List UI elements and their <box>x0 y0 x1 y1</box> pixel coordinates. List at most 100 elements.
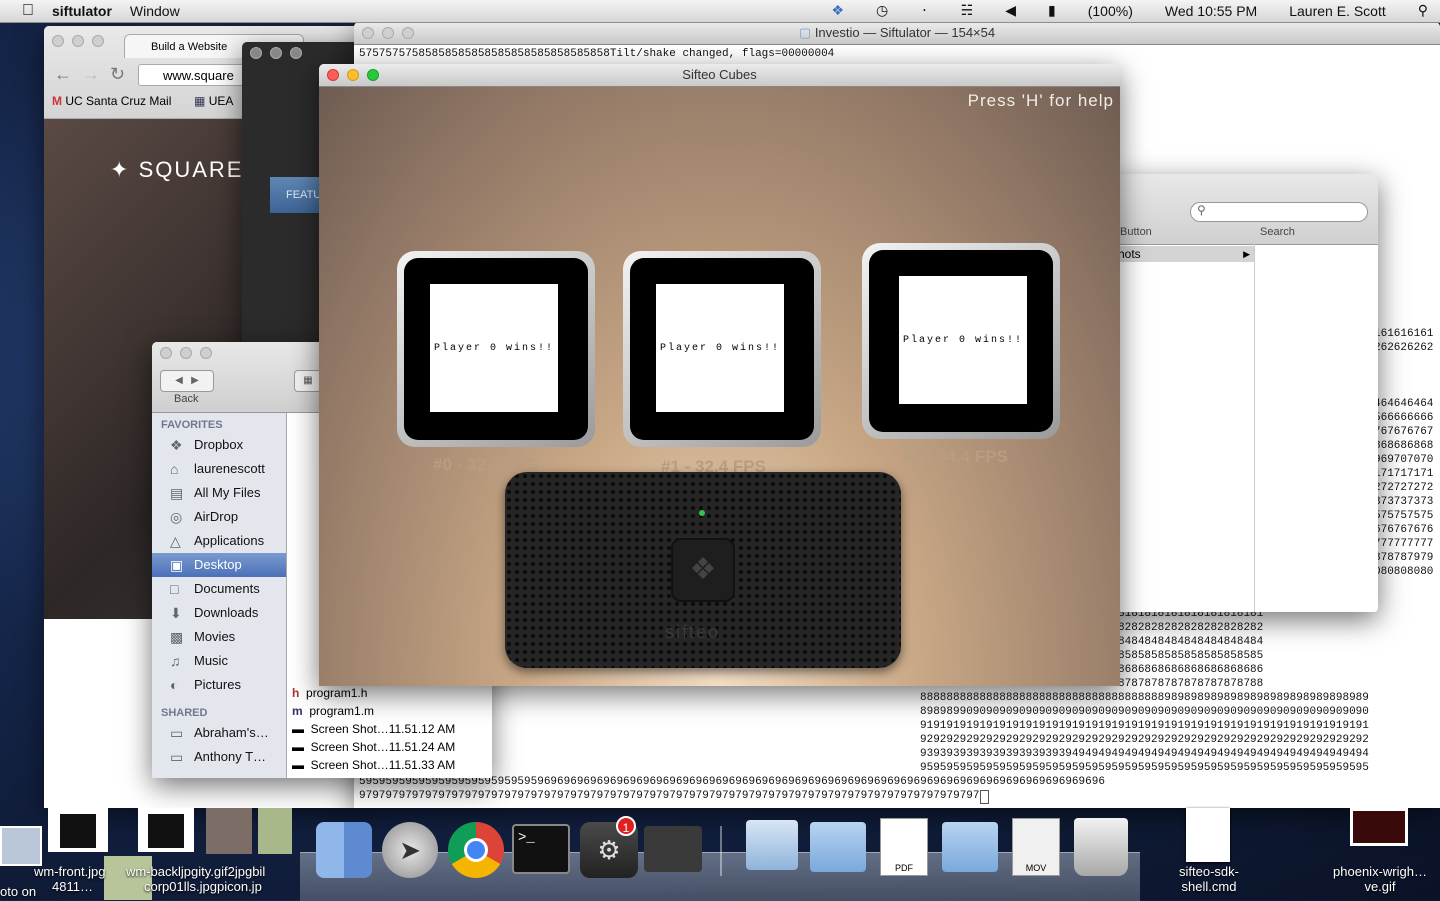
view-mode-icon[interactable]: ▦ <box>294 370 322 392</box>
sifteo-cube-1[interactable]: Player 0 wins!! <box>623 251 821 447</box>
search-field[interactable]: ⚲ <box>1190 202 1368 222</box>
sidebar-item-label: Documents <box>194 581 260 596</box>
terminal-right-column: 161616161 262626262 464646464 566666666 … <box>1374 328 1440 580</box>
desktop-file-sifteo-sdk[interactable] <box>1186 808 1230 862</box>
image-file-icon: ▬ <box>292 740 304 754</box>
sidebar-item-downloads[interactable]: ⬇ Downloads <box>152 601 286 625</box>
header-file-icon: h <box>292 686 300 700</box>
zoom-button[interactable] <box>367 69 379 81</box>
file-row[interactable]: ▬ Screen Shot…11.51.33 AM <box>292 756 492 774</box>
desktop-icon-tshirt-2[interactable] <box>138 808 194 852</box>
terminal-line: 5959595959595959595959595959696969696969… <box>359 776 1105 788</box>
sidebar-item-home[interactable]: ⌂ laurenescott <box>152 457 286 481</box>
apple-menu-icon[interactable]:  <box>22 2 34 20</box>
sidebar-item-documents[interactable]: □ Documents <box>152 577 286 601</box>
list-item-label: hots <box>1118 247 1141 261</box>
pdf-dock-icon[interactable]: PDF <box>880 818 928 876</box>
file-row[interactable]: ▬ Screen Shot…11.51.12 AM <box>292 720 492 738</box>
reload-icon[interactable]: ↻ <box>110 64 125 85</box>
desktop-file-phoenix-gif[interactable] <box>1350 808 1408 846</box>
sidebar-item-all-my-files[interactable]: ▤ All My Files <box>152 481 286 505</box>
quicktime-dock-icon[interactable]: MOV <box>1012 818 1060 876</box>
bluetooth-icon[interactable]: ᛫ <box>920 3 928 19</box>
sifteo-cube-2[interactable]: Player 0 wins!! <box>862 243 1060 439</box>
cube-screen: Player 0 wins!! <box>430 284 558 412</box>
menubar-clock[interactable]: Wed 10:55 PM <box>1165 3 1257 19</box>
mov-label: MOV <box>1025 863 1047 873</box>
terminal-top-line: 57575757585858585858585858585858585858Ti… <box>359 48 835 60</box>
user-menu[interactable]: Lauren E. Scott <box>1289 3 1386 19</box>
menu-bar:  siftulator Window ❖ ◷ ᛫ ☵ ◀ ▮ (100%) W… <box>0 0 1440 23</box>
desktop-icon-mosaic[interactable] <box>258 808 292 854</box>
sidebar-item-shared-2[interactable]: ▭ Anthony T… <box>152 745 286 769</box>
launchpad-dock-icon[interactable]: ➤ <box>382 822 438 878</box>
sifteo-logo-button[interactable]: ❖ <box>671 538 735 602</box>
trash-dock-icon[interactable] <box>1074 818 1128 876</box>
folder-dock-icon[interactable] <box>810 822 866 872</box>
chrome-dock-icon[interactable] <box>448 822 504 878</box>
minimize-button[interactable] <box>347 69 359 81</box>
sidebar-item-desktop[interactable]: ▣ Desktop <box>152 553 286 577</box>
battery-icon[interactable]: ▮ <box>1048 2 1056 19</box>
cube-message: Player 0 wins!! <box>902 334 1023 346</box>
sidebar-item-movies[interactable]: ▩ Movies <box>152 625 286 649</box>
finder-file-list: h program1.h m program1.m ▬ Screen Shot…… <box>292 684 492 774</box>
terminal-line: 9292929292929292929292929292929292929292… <box>920 734 1369 746</box>
terminal-cursor <box>979 790 989 804</box>
sidebar-item-airdrop[interactable]: ◎ AirDrop <box>152 505 286 529</box>
squarespace-logo-icon: ✦ <box>110 157 131 182</box>
desktop-file-label: 4811… <box>52 879 93 894</box>
forward-arrow-icon[interactable]: → <box>82 64 100 85</box>
back-label: Back <box>174 393 199 405</box>
base-brand: sifteo <box>665 622 721 642</box>
exec-dock-icon[interactable] <box>644 826 702 872</box>
terminal-cursor-line[interactable]: 9797979797979797979797979797979797979797… <box>359 790 1439 804</box>
sidebar-item-dropbox[interactable]: ❖ Dropbox <box>152 433 286 457</box>
file-row[interactable]: ▬ Screen Shot…11.51.24 AM <box>292 738 492 756</box>
scanner-dock-icon[interactable] <box>746 820 798 870</box>
wifi-icon[interactable]: ☵ <box>961 2 974 19</box>
close-button[interactable] <box>327 69 339 81</box>
applications-icon: △ <box>170 533 181 549</box>
spotlight-icon[interactable]: ⚲ <box>1418 2 1428 19</box>
desktop-file-label: sifteo-sdk-shell.cmd <box>1179 864 1239 894</box>
file-row[interactable]: m program1.m <box>292 702 492 720</box>
sidebar-item-shared-1[interactable]: ▭ Abraham's… <box>152 721 286 745</box>
sidebar-item-pictures[interactable]: ◐ Pictures <box>152 673 286 697</box>
desktop-icon-tshirt-1[interactable] <box>48 808 108 852</box>
desktop-icon: ▣ <box>170 557 184 573</box>
desktop-icon-portrait[interactable] <box>206 808 252 854</box>
column-list-item[interactable]: hots ▶ <box>1110 246 1254 262</box>
sifteo-cube-0[interactable]: Player 0 wins!! <box>397 251 595 447</box>
sidebar-item-label: Movies <box>194 629 236 644</box>
bookmark-uea[interactable]: ▦ UEA <box>194 94 233 108</box>
sidebar-item-applications[interactable]: △ Applications <box>152 529 286 553</box>
sidebar-item-label: AirDrop <box>194 509 239 524</box>
sidebar-item-music[interactable]: ♫ Music <box>152 649 286 673</box>
time-machine-icon[interactable]: ◷ <box>876 2 888 19</box>
terminal-dock-icon[interactable]: >_ <box>512 824 570 874</box>
bookmark-ucsc-mail[interactable]: M UC Santa Cruz Mail <box>52 94 171 108</box>
terminal-last-lines: 5959595959595959595959595959696969696969… <box>359 776 1439 804</box>
sifteo-base[interactable]: ❖ sifteo <box>505 472 901 668</box>
disclosure-arrow-icon: ▶ <box>1243 249 1250 259</box>
finder-dock-icon[interactable] <box>316 822 372 878</box>
volume-icon[interactable]: ◀ <box>1005 2 1016 19</box>
pdf-label: PDF <box>895 863 913 873</box>
terminal-line: 9191919191919191919191919191919191919191… <box>920 720 1369 732</box>
file-row[interactable]: h program1.h <box>292 684 492 702</box>
terminal-line: 9393939393939393939393949494949494949494… <box>920 748 1369 760</box>
app-menu[interactable]: siftulator <box>52 3 112 19</box>
file-name: Screen Shot…11.51.24 AM <box>310 740 456 754</box>
source-file-icon: m <box>292 704 303 718</box>
squarespace-logo[interactable]: ✦ SQUARE <box>110 157 243 183</box>
desktop-icon-thumb[interactable] <box>0 826 42 866</box>
dropbox-status-icon[interactable]: ❖ <box>831 2 844 19</box>
back-arrow-icon[interactable]: ← <box>54 64 72 85</box>
documents-stack-dock-icon[interactable] <box>942 822 998 872</box>
window-menu[interactable]: Window <box>130 3 180 19</box>
back-forward-control[interactable]: ◀ ▶ <box>160 370 214 392</box>
image-file-icon: ▬ <box>292 758 304 772</box>
terminal-line: 9797979797979797979797979797979797979797… <box>359 790 980 802</box>
